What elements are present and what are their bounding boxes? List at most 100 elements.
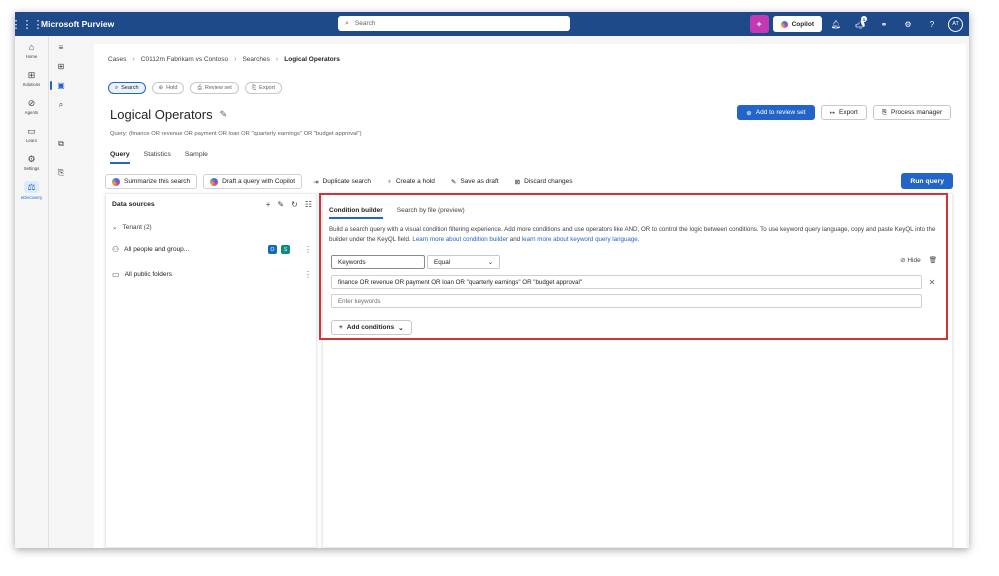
tenant-group[interactable]: ⌄ Tenant (2) xyxy=(112,223,152,232)
search-icon[interactable]: ⌕ xyxy=(49,95,73,114)
megaphone-icon[interactable]: 📣︎ 1 xyxy=(850,15,870,33)
add-icon[interactable]: + xyxy=(266,200,271,209)
learn-more-condition-builder-link[interactable]: Learn more about condition builder xyxy=(412,236,508,243)
tab-search-by-file[interactable]: Search by file (preview) xyxy=(397,207,465,219)
duplicate-icon: ⇥ xyxy=(313,178,319,186)
overview-icon[interactable]: ⊞ xyxy=(49,57,73,76)
help-icon[interactable]: ? xyxy=(922,15,942,33)
tab-condition-builder[interactable]: Condition builder xyxy=(329,207,383,219)
data-sources-panel: Data sources + ✎ ↻ ☷ ⌄ Tenant (2) ⚇ All … xyxy=(105,193,317,548)
cases-icon[interactable]: ▣ xyxy=(49,76,73,95)
create-hold-button[interactable]: ♁ Create a hold xyxy=(382,174,440,189)
tab-statistics[interactable]: Statistics xyxy=(144,151,171,164)
hold-icon: ⊛ xyxy=(158,85,164,91)
condition-panel: Condition builder Search by file (previe… xyxy=(319,193,953,548)
edit-pencil-icon[interactable]: ✎ xyxy=(220,109,228,120)
grid-icon: ⊞ xyxy=(27,69,36,80)
copilot-icon xyxy=(780,20,788,28)
workflow-pills: ⌕ Search ⊛ Hold ⎙ Review set ⎗ Export xyxy=(108,82,283,94)
condition-operator-select[interactable]: Equal ⌄ xyxy=(427,255,500,269)
gear-icon[interactable]: ⚙ xyxy=(898,15,918,33)
rail-item-settings[interactable]: ⚙ Settings xyxy=(15,148,48,176)
draft-query-copilot-button[interactable]: Draft a query with Copilot xyxy=(203,174,303,189)
pill-label: Export xyxy=(259,85,276,91)
discard-changes-button[interactable]: ⊠ Discard changes xyxy=(510,174,578,189)
chevron-right-icon: › xyxy=(275,56,279,63)
tab-sample[interactable]: Sample xyxy=(185,151,208,164)
pill-search[interactable]: ⌕ Search xyxy=(108,82,146,94)
agents-icon: ⊘ xyxy=(27,97,36,108)
chevron-down-icon: ⌄ xyxy=(112,224,118,231)
enter-keywords-input[interactable]: Enter keywords xyxy=(331,294,922,308)
hide-toggle[interactable]: ⊘ Hide xyxy=(900,256,921,264)
run-query-button[interactable]: Run query xyxy=(901,173,953,189)
pill-hold[interactable]: ⊛ Hold xyxy=(151,82,185,94)
jobs-icon[interactable]: ⧉ xyxy=(49,134,73,153)
edit-pencil-icon[interactable]: ✎ xyxy=(277,200,284,209)
reports-icon[interactable]: ⎘ xyxy=(49,163,73,182)
bell-icon[interactable]: 🔔︎ xyxy=(826,15,846,33)
purview-agent-icon[interactable]: ✦ xyxy=(749,15,769,33)
add-to-review-set-button[interactable]: ⊕ Add to review set xyxy=(737,105,815,120)
data-source-item[interactable]: ▭ All public folders ⋮ xyxy=(112,270,312,279)
chevron-down-icon: ⌄ xyxy=(398,324,404,332)
pill-export[interactable]: ⎗ Export xyxy=(244,82,283,94)
rail-item-home[interactable]: ⌂ Home xyxy=(15,36,48,64)
breadcrumb-searches[interactable]: Searches xyxy=(242,56,269,63)
trash-icon[interactable]: 🗑︎ xyxy=(929,256,937,264)
keyword-value-input[interactable]: finance OR revenue OR payment OR loan OR… xyxy=(331,275,922,289)
share-icon[interactable]: ⚭ xyxy=(874,15,894,33)
data-sources-header: Data sources + ✎ ↻ ☷ xyxy=(112,200,312,209)
data-sources-title: Data sources xyxy=(112,201,155,208)
search-tabs: Query Statistics Sample xyxy=(110,151,208,164)
button-label: Add conditions xyxy=(346,324,395,331)
description-text: and xyxy=(509,235,521,243)
condition-field-select[interactable]: Keywords xyxy=(331,255,425,269)
button-label: Add to review set xyxy=(755,109,806,116)
waffle-icon[interactable]: ⋮⋮⋮ xyxy=(15,12,44,36)
close-icon[interactable]: ✕ xyxy=(927,275,937,289)
global-search-input[interactable]: ⌕ Search xyxy=(338,16,570,31)
rail-label: Solutions xyxy=(22,81,41,87)
more-options-icon[interactable]: ⋮ xyxy=(304,245,312,254)
copilot-icon xyxy=(210,177,219,186)
page-title-text: Logical Operators xyxy=(110,107,213,122)
query-summary: Query: (finance OR revenue OR payment OR… xyxy=(110,131,362,137)
menu-icon[interactable]: ≡ xyxy=(49,38,73,57)
learn-more-kql-link[interactable]: learn more about keyword query language. xyxy=(522,236,640,243)
review-set-icon: ⎙ xyxy=(197,84,202,91)
search-icon: ⌕ xyxy=(115,84,119,91)
more-options-icon[interactable]: ⋮ xyxy=(304,270,312,279)
chevron-right-icon: › xyxy=(234,56,237,63)
avatar[interactable]: AT xyxy=(948,16,963,32)
app-window: ⋮⋮⋮ Microsoft Purview ⌕ Search ✦ Copilot… xyxy=(15,12,969,548)
rail-item-ediscovery[interactable]: ⚖ eDiscovery xyxy=(15,176,48,204)
breadcrumb-cases[interactable]: Cases xyxy=(108,56,126,63)
pill-review-set[interactable]: ⎙ Review set xyxy=(190,82,239,94)
folder-icon: ▭ xyxy=(112,270,120,279)
discard-icon: ⊠ xyxy=(514,178,521,186)
breadcrumb-case[interactable]: C0112m Fabrikam vs Contoso xyxy=(141,56,228,63)
filter-list-icon[interactable]: ☷ xyxy=(305,200,312,209)
summarize-search-button[interactable]: Summarize this search xyxy=(105,174,198,189)
page-actions: ⊕ Add to review set ↦ Export ⎘ Process mana… xyxy=(737,105,951,120)
condition-row-actions: ⊘ Hide 🗑︎ xyxy=(900,256,937,264)
tab-query[interactable]: Query xyxy=(110,151,130,164)
rail-item-learn[interactable]: ▭ Learn xyxy=(15,120,48,148)
add-conditions-button[interactable]: + Add conditions ⌄ xyxy=(331,320,412,335)
data-source-item[interactable]: ⚇ All people and group... O S ⋮ xyxy=(112,245,312,254)
page-title: Logical Operators ✎ xyxy=(110,107,227,122)
save-draft-button[interactable]: ✎ Save as draft xyxy=(446,174,504,189)
process-manager-button[interactable]: ⎘ Process manager xyxy=(872,105,951,120)
copilot-button[interactable]: Copilot xyxy=(772,16,822,32)
export-button[interactable]: ↦ Export xyxy=(820,105,867,120)
process-icon: ⎘ xyxy=(881,108,888,116)
app-title: Microsoft Purview xyxy=(41,19,115,29)
top-bar-actions: ✦ Copilot 🔔︎ 📣︎ 1 ⚭ ⚙ ? AT xyxy=(749,15,963,33)
condition-row: Keywords Equal ⌄ ⊘ Hide 🗑︎ xyxy=(331,255,937,269)
rail-item-agents[interactable]: ⊘ Agents xyxy=(15,92,48,120)
chevron-right-icon: › xyxy=(132,56,135,63)
refresh-icon[interactable]: ↻ xyxy=(291,200,298,209)
duplicate-search-button[interactable]: ⇥ Duplicate search xyxy=(308,174,376,189)
rail-item-solutions[interactable]: ⊞ Solutions xyxy=(15,64,48,92)
